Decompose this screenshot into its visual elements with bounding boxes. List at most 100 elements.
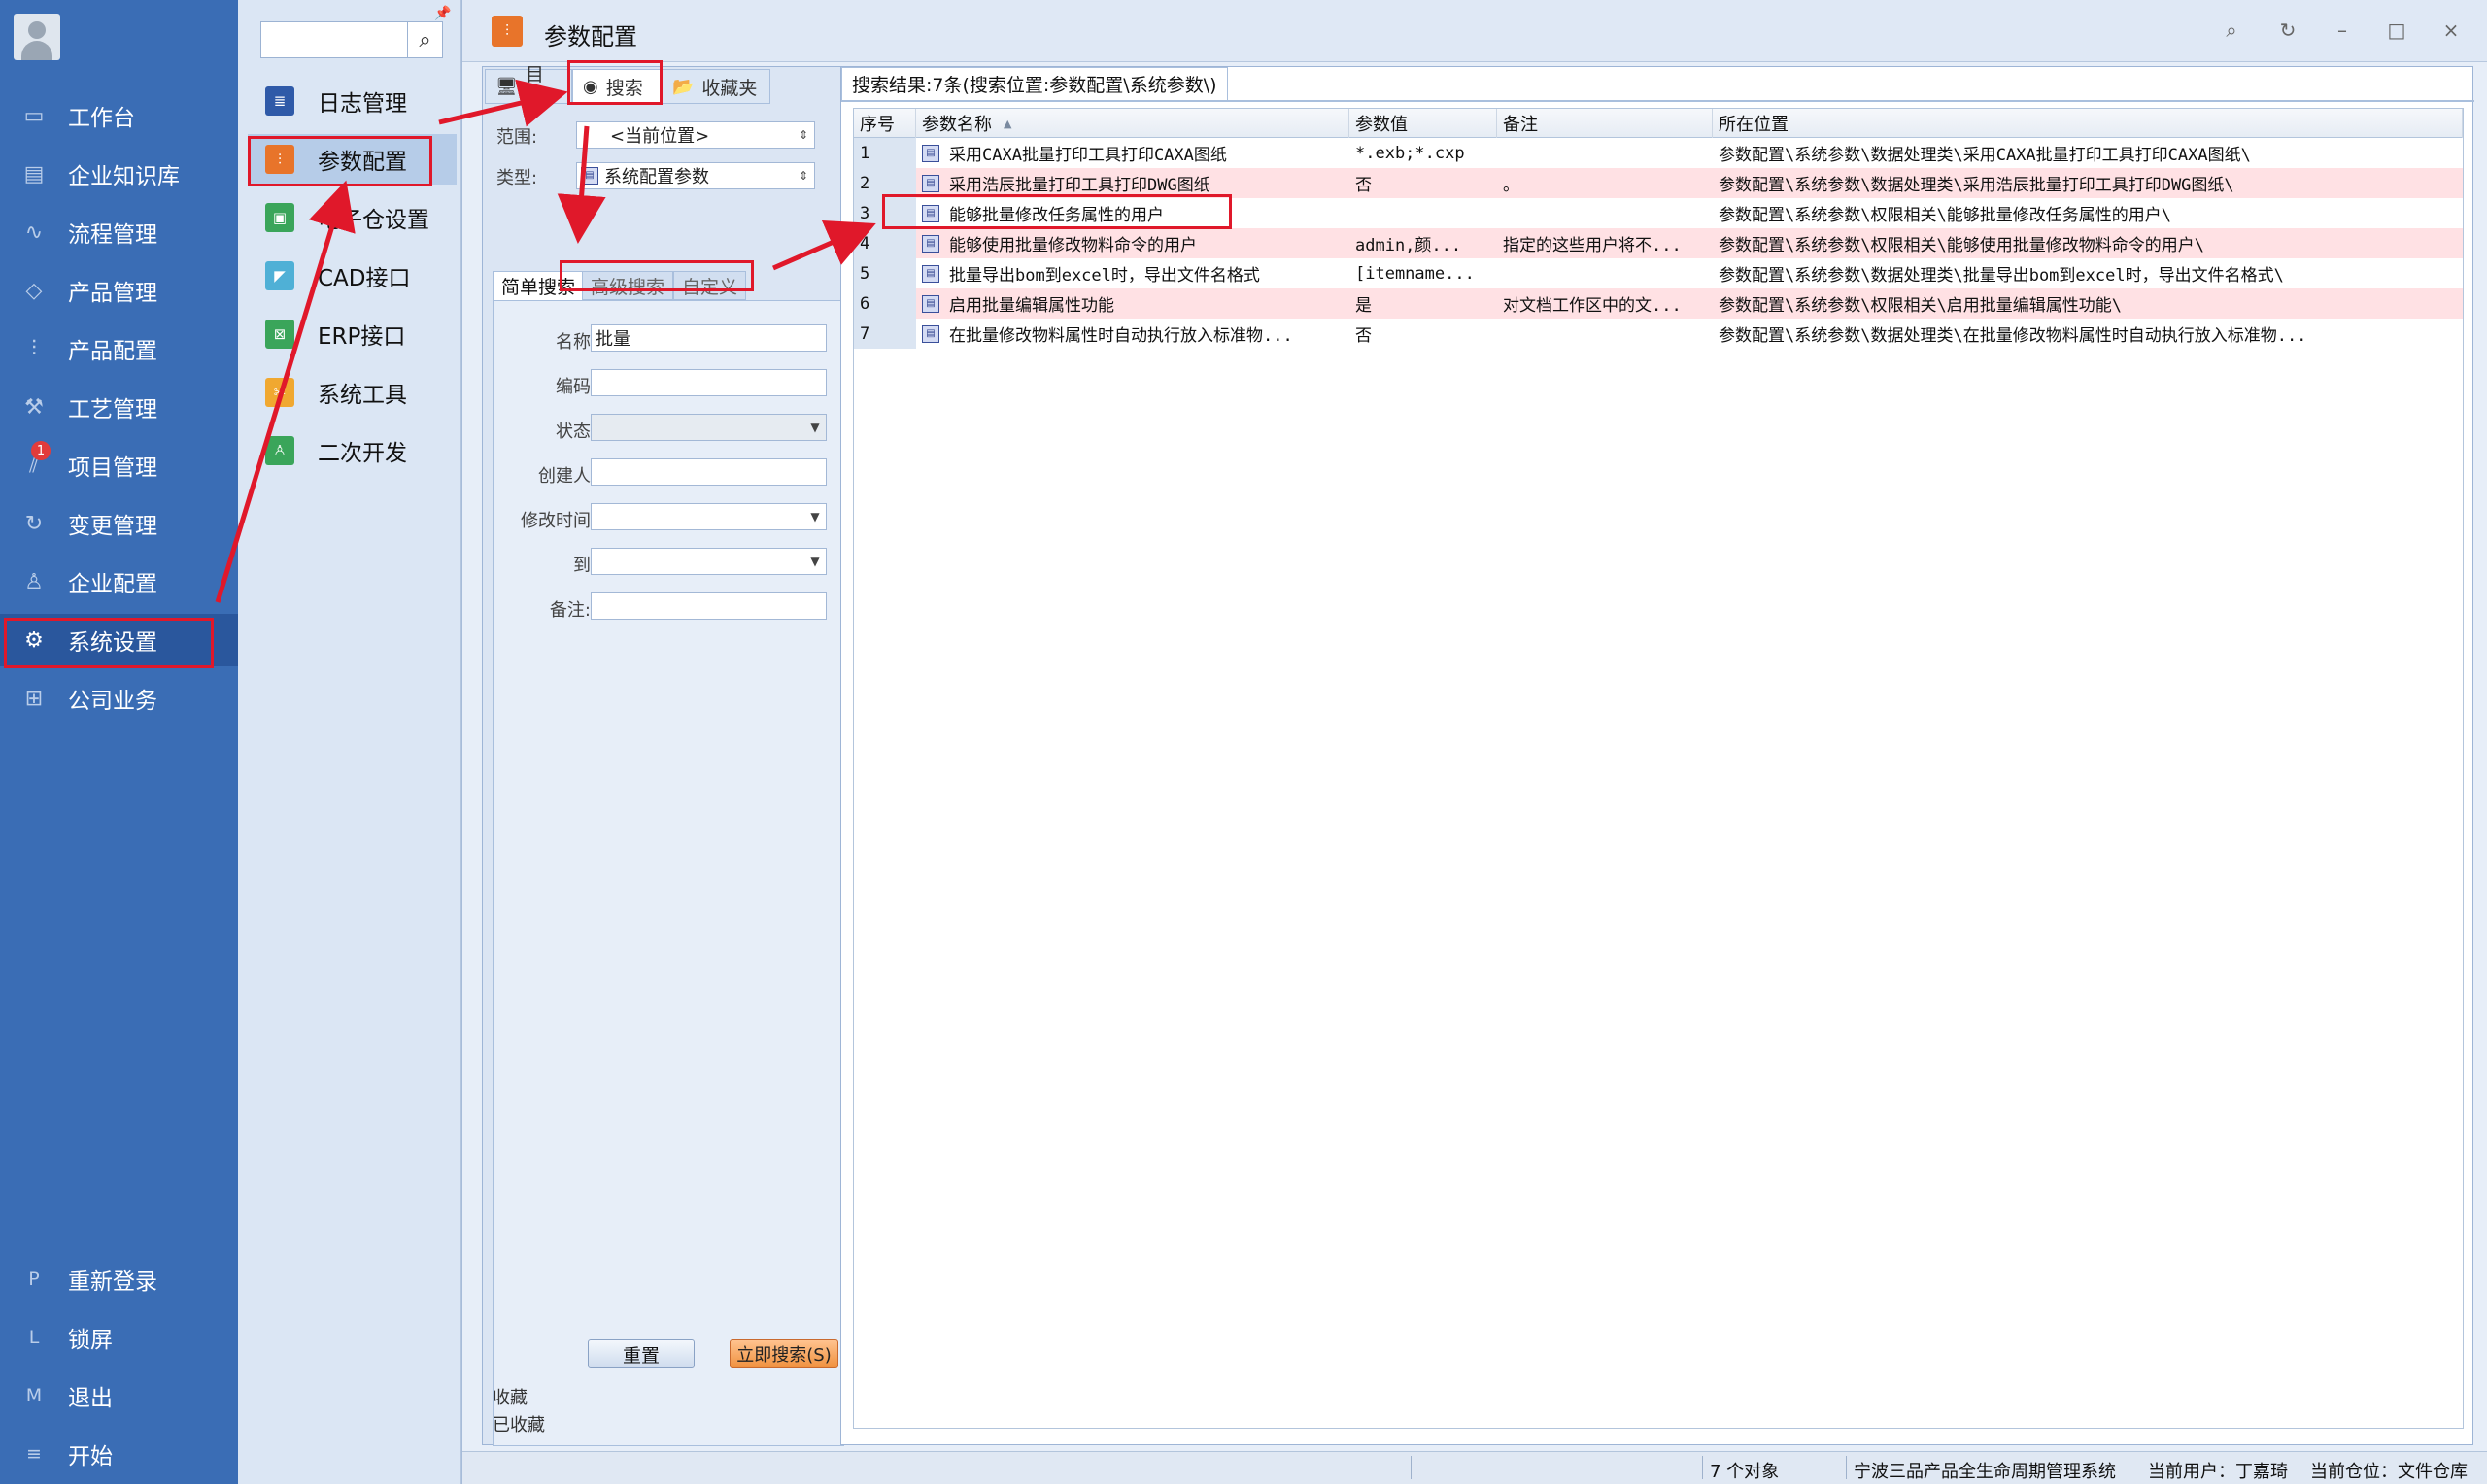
name-input[interactable]: 批量 (591, 324, 827, 352)
tab-directory[interactable]: 🖥 目录 (485, 64, 572, 112)
flow-icon: ∿ (24, 219, 44, 245)
logout-button[interactable]: M 退出 (0, 1369, 238, 1422)
search-now-button[interactable]: 立即搜索(S) (730, 1339, 838, 1368)
table-row[interactable]: 4 ▤ 能够使用批量修改物料命令的用户 admin,颜... 指定的这些用户将不.… (854, 228, 2463, 258)
results-tab[interactable]: 搜索结果:7条(搜索位置:参数配置\系统参数\) (841, 67, 1228, 100)
code-label: 编码 (556, 377, 591, 397)
search-icon[interactable]: ⌕ (407, 22, 442, 57)
nav-item-company-business[interactable]: ⊞ 公司业务 (0, 672, 238, 725)
object-count: 7 个对象 (1710, 1462, 1780, 1482)
nav-item-enterprise-config[interactable]: ♙ 企业配置 (0, 556, 238, 608)
table-row[interactable]: 7 ▤ 在批量修改物料属性时自动执行放入标准物... 否 参数配置\系统参数\数据… (854, 319, 2463, 349)
status-bar: 7 个对象 宁波三品产品全生命周期管理系统 当前用户：丁嘉琦 当前仓位：文件仓库 (462, 1451, 2487, 1484)
notification-badge: 1 (31, 441, 51, 460)
creator-label: 创建人 (538, 466, 591, 487)
pin-icon[interactable]: 📌 (434, 6, 451, 21)
submenu-item-log[interactable]: ≣ 日志管理 (248, 76, 457, 126)
favorites-status: 已收藏 (493, 1415, 545, 1435)
current-user: 当前用户：丁嘉琦 (2148, 1462, 2288, 1482)
avatar[interactable] (14, 14, 60, 60)
chevron-down-icon[interactable]: ▼ (804, 504, 826, 529)
warehouse-icon: ▣ (265, 203, 294, 232)
param-icon: ▤ (922, 324, 939, 343)
system-name: 宁波三品产品全生命周期管理系统 (1854, 1462, 2116, 1482)
submenu-item-e-warehouse[interactable]: ▣ 电子仓设置 (248, 192, 457, 243)
col-header-value[interactable]: 参数值 (1349, 109, 1497, 138)
annotation-box-result-row (882, 194, 1232, 229)
param-icon: ▤ (922, 174, 939, 192)
col-header-note[interactable]: 备注 (1497, 109, 1713, 138)
dev-icon: ♙ (265, 436, 294, 465)
directory-icon: 🖥 (495, 76, 518, 97)
start-button[interactable]: ≡ 开始 (0, 1428, 238, 1480)
remark-input[interactable] (591, 592, 827, 620)
nav-item-change[interactable]: ↻ 变更管理 (0, 497, 238, 550)
submenu-item-tools[interactable]: ✂ 系统工具 (248, 367, 457, 418)
table-row[interactable]: 5 ▤ 批量导出bom到excel时，导出文件名格式 [itemname... 参… (854, 258, 2463, 288)
left-navigation: ▭ 工作台 ▤ 企业知识库 ∿ 流程管理 ◇ 产品管理 ⫶ 产品配置 ⚒ 工艺管… (0, 0, 238, 1484)
results-grid: 序号 参数名称 ▲ 参数值 备注 所在位置 1 ▤ 采用CAXA批量打印工具打印CA… (853, 108, 2464, 1429)
lock-screen-button[interactable]: L 锁屏 (0, 1311, 238, 1364)
cad-icon: ◤ (265, 261, 294, 290)
chevron-down-icon[interactable]: ▼ (804, 549, 826, 574)
nav-item-project[interactable]: ⫽ 1 项目管理 (0, 439, 238, 491)
to-label: 到 (573, 556, 591, 576)
submenu-item-cad[interactable]: ◤ CAD接口 (248, 251, 457, 301)
book-icon: ▤ (23, 161, 45, 186)
refresh-icon[interactable]: ↻ (2273, 16, 2302, 45)
tab-favorites[interactable]: 📂 收藏夹 (662, 69, 770, 104)
table-row[interactable]: 6 ▤ 启用批量编辑属性功能 是 对文档工作区中的文... 参数配置\系统参数\权… (854, 288, 2463, 319)
param-config-window: ⫶ 参数配置 ⌕ ↻ – □ × 🖥 目录 ◉ 搜索 📂 收藏夹 范围: <当前位置>… (461, 0, 2487, 1484)
close-icon[interactable]: × (2436, 16, 2466, 45)
status-select[interactable]: ▼ (591, 414, 827, 441)
wrench-icon: ⚒ (24, 394, 44, 420)
window-title: 参数配置 (544, 23, 637, 51)
nav-item-process[interactable]: ⚒ 工艺管理 (0, 381, 238, 433)
search-icon[interactable]: ⌕ (2217, 16, 2246, 45)
creator-input[interactable] (591, 458, 827, 486)
folder-icon: 📂 (672, 76, 695, 97)
grid-header: 序号 参数名称 ▲ 参数值 备注 所在位置 (854, 109, 2463, 138)
modified-from-select[interactable]: ▼ (591, 503, 827, 530)
sort-asc-icon: ▲ (1004, 117, 1012, 130)
submenu-search-input[interactable]: ⌕ (260, 21, 443, 58)
minimize-icon[interactable]: – (2328, 16, 2357, 45)
scope-select[interactable]: <当前位置> ⇕ (576, 121, 815, 149)
chevron-down-icon[interactable]: ▼ (804, 415, 826, 440)
current-location: 当前仓位：文件仓库 (2310, 1462, 2468, 1482)
monitor-icon: ▭ (23, 103, 45, 128)
grid-icon: ⊞ (24, 686, 44, 711)
nav-item-knowledge[interactable]: ▤ 企业知识库 (0, 148, 238, 200)
nav-item-workflow[interactable]: ∿ 流程管理 (0, 206, 238, 258)
relogin-button[interactable]: P 重新登录 (0, 1253, 238, 1305)
system-settings-submenu: 📌 ⌕ ≣ 日志管理 ⫶ 参数配置 ▣ 电子仓设置 ◤ CAD接口 ⊠ ERP接… (238, 0, 461, 1484)
nav-item-product-config[interactable]: ⫶ 产品配置 (0, 322, 238, 375)
col-header-no[interactable]: 序号 (854, 109, 916, 138)
submenu-item-erp[interactable]: ⊠ ERP接口 (248, 309, 457, 359)
param-icon: ▤ (581, 167, 598, 185)
type-select[interactable]: ▤ 系统配置参数 ⇕ (576, 162, 815, 189)
spin-icon[interactable]: ⇕ (793, 163, 814, 188)
param-icon: ▤ (922, 264, 939, 283)
org-icon: ♙ (24, 569, 44, 594)
modified-to-select[interactable]: ▼ (591, 548, 827, 575)
reset-button[interactable]: 重置 (588, 1339, 695, 1368)
erp-icon: ⊠ (265, 320, 294, 349)
remark-label: 备注: (549, 600, 591, 621)
window-titlebar: ⫶ 参数配置 ⌕ ↻ – □ × (462, 0, 2487, 62)
col-header-path[interactable]: 所在位置 (1713, 109, 2463, 138)
chart-icon: ⫽ 1 (21, 441, 51, 478)
status-label: 状态 (556, 422, 591, 442)
param-icon: ▤ (922, 294, 939, 313)
spin-icon[interactable]: ⇕ (793, 122, 814, 148)
nav-item-workbench[interactable]: ▭ 工作台 (0, 89, 238, 142)
submenu-item-dev[interactable]: ♙ 二次开发 (248, 425, 457, 476)
search-results-panel: 搜索结果:7条(搜索位置:参数配置\系统参数\) 序号 参数名称 ▲ 参数值 备注… (840, 66, 2474, 1445)
maximize-icon[interactable]: □ (2382, 16, 2411, 45)
name-label: 名称 (556, 332, 591, 353)
scope-label: 范围: (496, 127, 538, 148)
col-header-name[interactable]: 参数名称 ▲ (916, 109, 1349, 138)
table-row[interactable]: 1 ▤ 采用CAXA批量打印工具打印CAXA图纸 *.exb;*.cxp 参数配置… (854, 138, 2463, 168)
code-input[interactable] (591, 369, 827, 396)
nav-item-product[interactable]: ◇ 产品管理 (0, 264, 238, 317)
